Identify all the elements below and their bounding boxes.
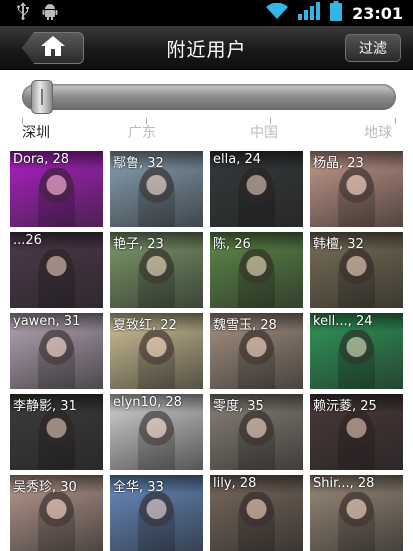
person-silhouette [137, 167, 176, 227]
user-name-age: 李静影, 31 [13, 399, 77, 414]
user-name-age: 艳子, 23 [113, 237, 164, 252]
person-silhouette [37, 410, 76, 470]
person-silhouette [137, 491, 176, 551]
slider-label-shenzhen[interactable]: 深圳 [22, 122, 50, 142]
user-tile[interactable]: 鄢鲁, 32 [110, 151, 203, 227]
user-tile[interactable]: 魏雪玉, 28 [210, 313, 303, 389]
person-silhouette [37, 248, 76, 308]
user-grid: Dora, 28 鄢鲁, 32 ella, 24 杨晶, 23 ...26 艳子, 23 陈… [10, 151, 404, 551]
person-silhouette [237, 329, 276, 389]
user-tile[interactable]: Shir..., 28 [310, 475, 403, 551]
title-bar: 附近用户 过滤 [0, 26, 413, 70]
person-silhouette [337, 167, 376, 227]
user-name-age: 杨晶, 23 [313, 156, 364, 171]
person-silhouette [337, 248, 376, 308]
usb-icon [16, 2, 30, 24]
person-silhouette [237, 410, 276, 470]
user-tile[interactable]: lily, 28 [210, 475, 303, 551]
user-tile[interactable]: 李静影, 31 [10, 394, 103, 470]
person-silhouette [37, 167, 76, 227]
user-tile[interactable]: yawen, 31 [10, 313, 103, 389]
clock: 23:01 [352, 3, 403, 23]
slider-label-earth[interactable]: 地球 [364, 122, 392, 142]
user-tile[interactable]: elyn10, 28 [110, 394, 203, 470]
user-tile[interactable]: Dora, 28 [10, 151, 103, 227]
slider-label-guangdong[interactable]: 广东 [128, 122, 156, 142]
status-bar: 23:01 [0, 0, 413, 26]
user-name-age: Shir..., 28 [313, 476, 375, 491]
user-name-age: ...26 [13, 233, 42, 248]
battery-icon [330, 1, 343, 25]
user-name-age: 陈, 26 [213, 237, 251, 252]
slider-ticks [22, 118, 396, 124]
person-silhouette [337, 329, 376, 389]
signal-icon [298, 2, 321, 24]
filter-button[interactable]: 过滤 [345, 34, 401, 62]
person-silhouette [237, 491, 276, 551]
user-tile[interactable]: 艳子, 23 [110, 232, 203, 308]
slider-thumb[interactable] [31, 80, 53, 114]
user-name-age: elyn10, 28 [113, 395, 182, 410]
person-silhouette [137, 410, 176, 470]
person-silhouette [337, 410, 376, 470]
user-name-age: Dora, 28 [13, 152, 70, 167]
android-icon [42, 2, 58, 24]
person-silhouette [137, 248, 176, 308]
slider-label-china[interactable]: 中国 [250, 122, 278, 142]
user-name-age: 全华, 33 [113, 480, 164, 495]
user-name-age: yawen, 31 [13, 314, 81, 329]
person-silhouette [237, 248, 276, 308]
wifi-icon [266, 2, 289, 23]
user-name-age: 吴秀珍, 30 [13, 480, 77, 495]
user-name-age: 韩檀, 32 [313, 237, 364, 252]
distance-slider: 深圳 广东 中国 地球 [0, 70, 413, 150]
user-tile[interactable]: 夏致红, 22 [110, 313, 203, 389]
user-tile[interactable]: 吴秀珍, 30 [10, 475, 103, 551]
user-name-age: ella, 24 [213, 152, 261, 167]
person-silhouette [337, 491, 376, 551]
user-name-age: kell..., 24 [313, 314, 373, 329]
user-name-age: 夏致红, 22 [113, 318, 177, 333]
user-name-age: 零度, 35 [213, 399, 264, 414]
user-tile[interactable]: 陈, 26 [210, 232, 303, 308]
person-silhouette [37, 491, 76, 551]
user-name-age: lily, 28 [213, 476, 257, 491]
user-tile[interactable]: 韩檀, 32 [310, 232, 403, 308]
user-tile[interactable]: ...26 [10, 232, 103, 308]
user-tile[interactable]: 杨晶, 23 [310, 151, 403, 227]
user-tile[interactable]: 全华, 33 [110, 475, 203, 551]
slider-track[interactable] [22, 84, 396, 110]
user-tile[interactable]: 赖沅菱, 25 [310, 394, 403, 470]
user-name-age: 鄢鲁, 32 [113, 156, 164, 171]
user-name-age: 赖沅菱, 25 [313, 399, 377, 414]
user-tile[interactable]: kell..., 24 [310, 313, 403, 389]
person-silhouette [137, 329, 176, 389]
user-name-age: 魏雪玉, 28 [213, 318, 277, 333]
user-tile[interactable]: ella, 24 [210, 151, 303, 227]
user-tile[interactable]: 零度, 35 [210, 394, 303, 470]
person-silhouette [237, 167, 276, 227]
person-silhouette [37, 329, 76, 389]
